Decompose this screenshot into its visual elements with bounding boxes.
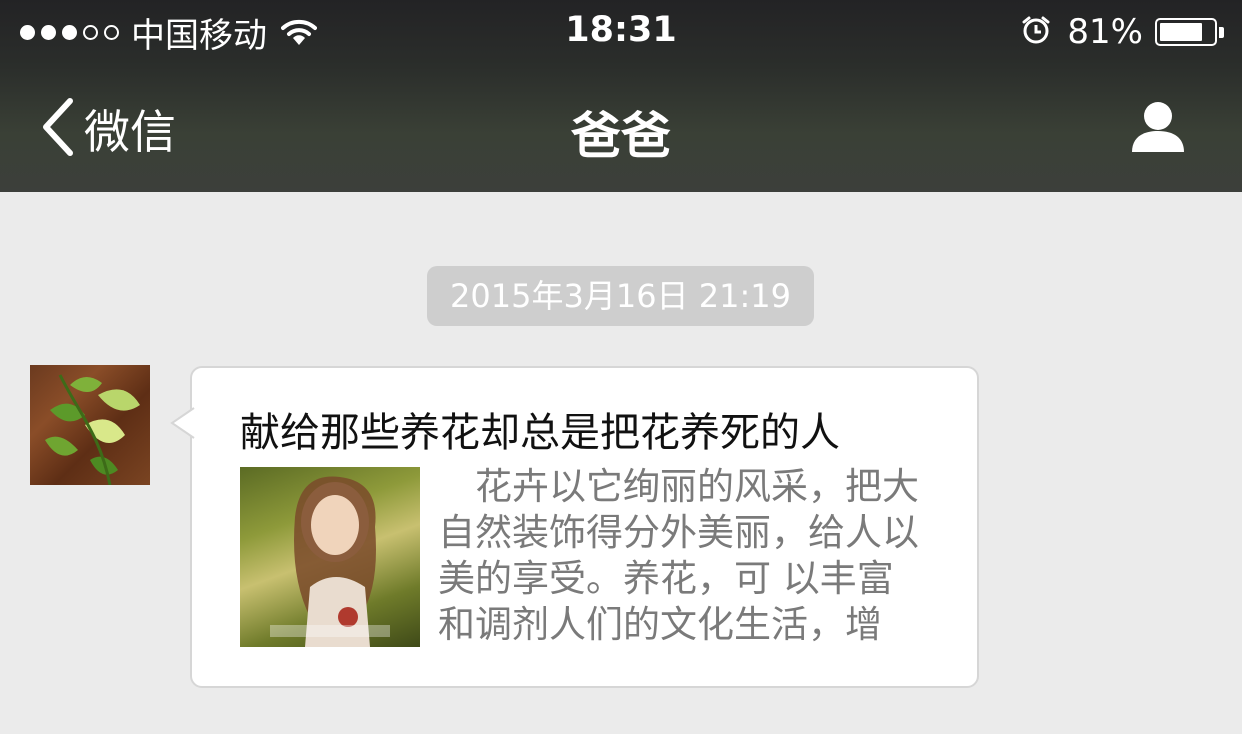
chat-timestamp: 2015年3月16日 21:19 — [427, 266, 814, 326]
plant-photo — [45, 374, 140, 485]
article-title: 献给那些养花却总是把花养死的人 — [240, 410, 840, 456]
battery-percent: 81% — [1067, 12, 1143, 52]
alarm-icon — [1021, 15, 1051, 49]
bubble-tail — [170, 407, 195, 439]
excerpt-line: 花卉以它绚丽的风采，把大 — [438, 465, 919, 508]
woman-photo — [270, 476, 390, 647]
avatar[interactable] — [30, 365, 150, 485]
top-bar: 中国移动 18:31 81% 微信 爸爸 — [0, 0, 1242, 192]
excerpt-line: 自然装饰得分外美丽，给人以 — [438, 511, 919, 554]
person-icon — [1130, 102, 1186, 158]
battery-tip — [1219, 26, 1224, 38]
page-title: 爸爸 — [571, 107, 671, 165]
battery-fill — [1160, 23, 1203, 41]
status-right: 81% — [1021, 12, 1224, 52]
battery-icon — [1155, 18, 1217, 46]
article-excerpt: 花卉以它绚丽的风采，把大 自然装饰得分外美丽，给人以 美的享受。养花，可 以丰富… — [438, 464, 958, 648]
excerpt-line: 和调剂人们的文化生活，增 — [438, 603, 882, 646]
excerpt-line: 美的享受。养花，可 以丰富 — [438, 557, 894, 600]
profile-button[interactable] — [1130, 98, 1186, 158]
article-thumbnail — [240, 467, 420, 647]
article-message-bubble[interactable]: 献给那些养花却总是把花养死的人 花卉以它绚丽的风采，把大 自然装饰得分外美丽，给… — [170, 366, 979, 688]
